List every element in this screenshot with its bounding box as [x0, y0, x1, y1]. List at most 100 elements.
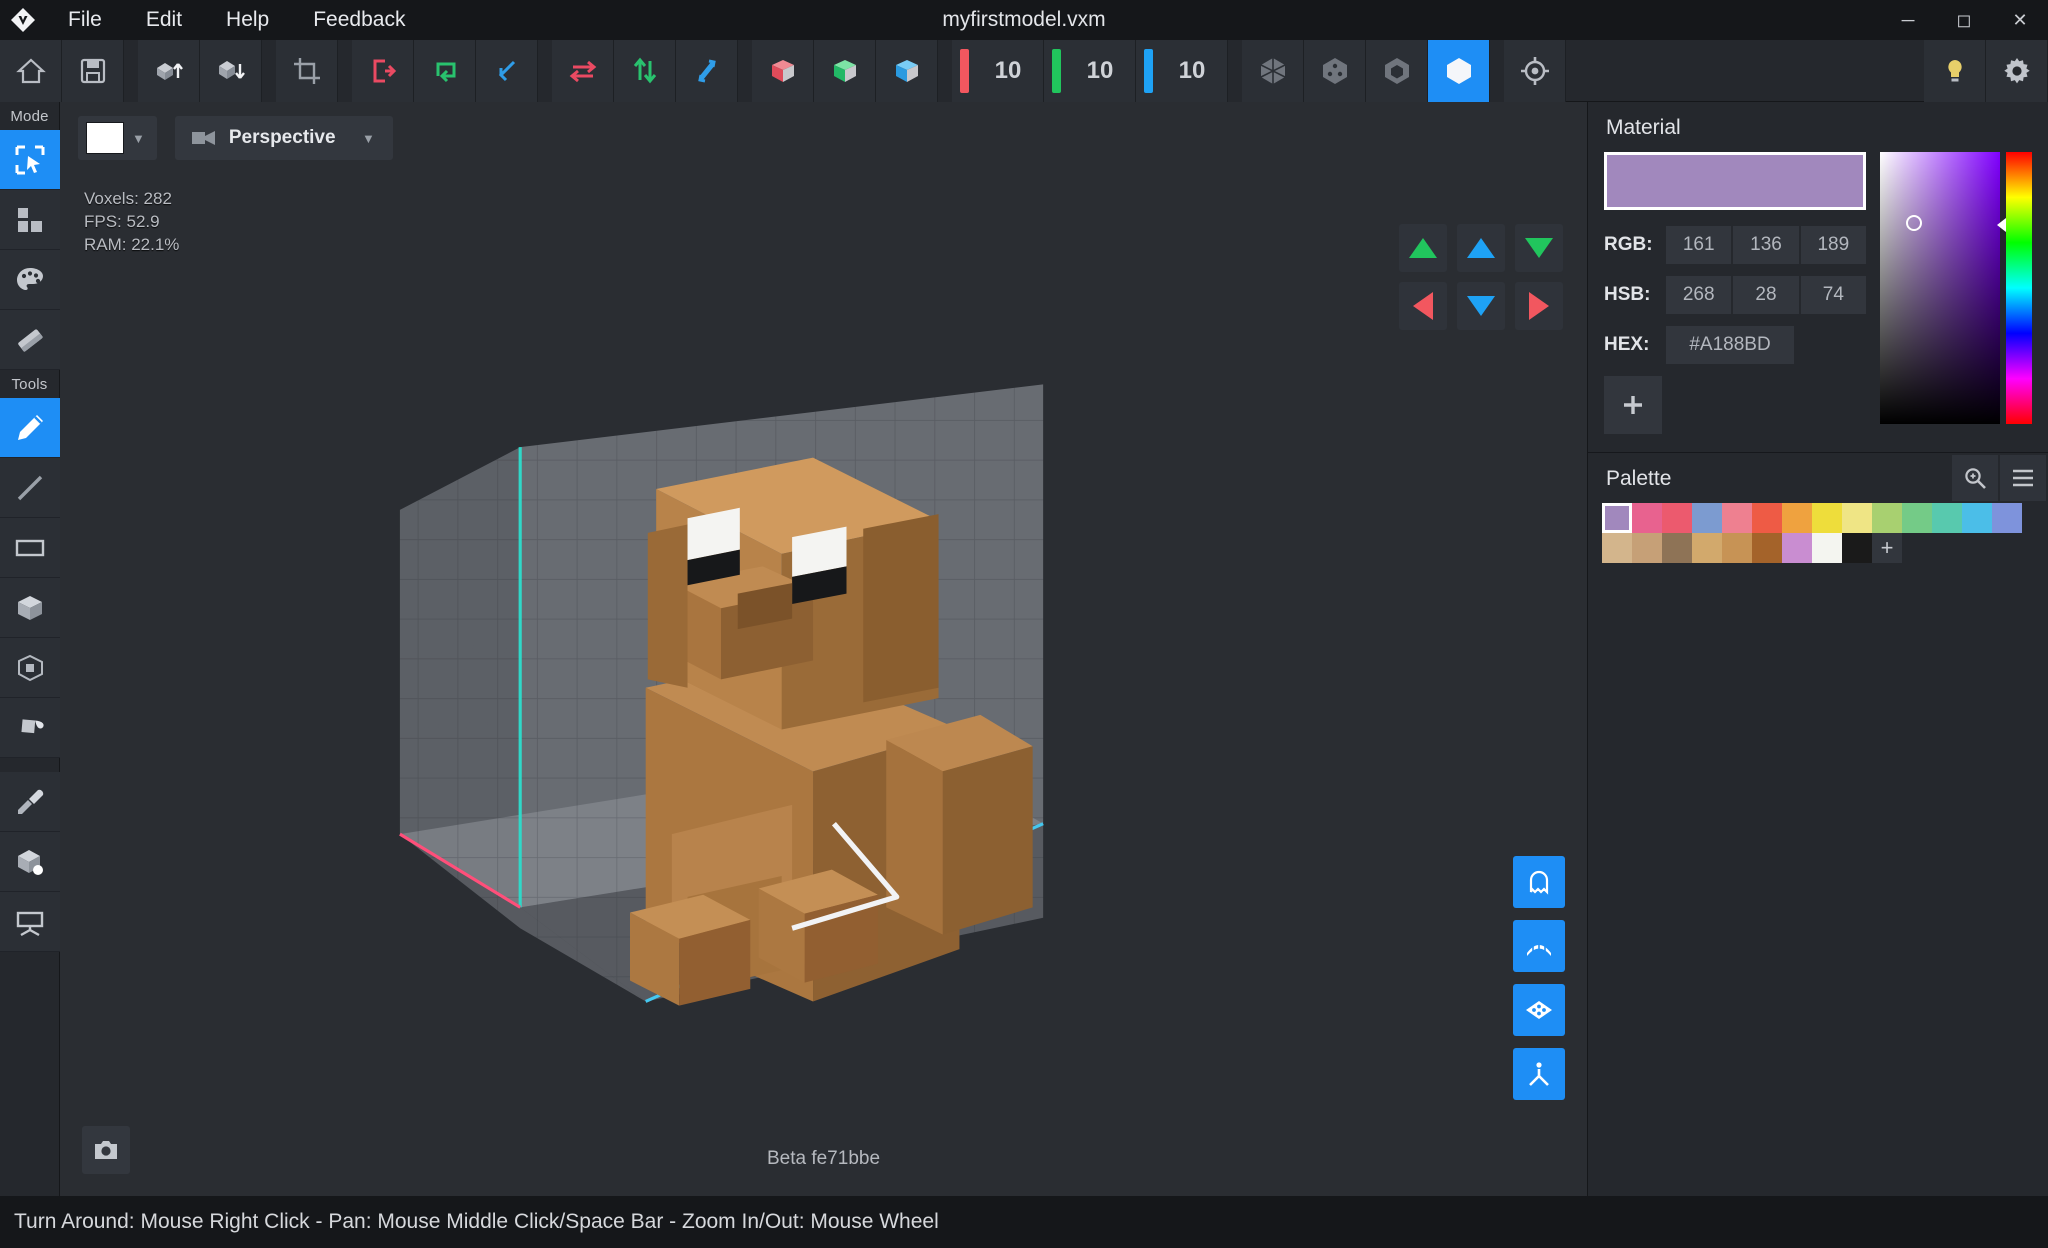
chevron-down-icon[interactable]: ▼	[360, 131, 387, 146]
center-target-button[interactable]	[1504, 39, 1566, 102]
hsb-h-field[interactable]: 268	[1666, 276, 1732, 314]
save-button[interactable]	[62, 39, 124, 102]
viewport-3d[interactable]: ▼ Perspective ▼ Voxels: 282 FPS: 52.9 RA…	[60, 102, 1588, 1196]
screenshot-button[interactable]	[82, 1126, 130, 1174]
mirror-z-button[interactable]	[676, 39, 738, 102]
palette-swatch[interactable]	[1722, 533, 1752, 563]
toggle-ghost-button[interactable]	[1513, 856, 1565, 908]
maximize-icon[interactable]: ◻	[1936, 0, 1992, 40]
tool-cube-pick[interactable]	[0, 832, 60, 892]
size-field-y[interactable]: 10	[1044, 39, 1136, 102]
palette-swatch[interactable]	[1842, 533, 1872, 563]
palette-swatch[interactable]	[1842, 503, 1872, 533]
palette-swatch[interactable]	[1782, 503, 1812, 533]
rgb-g-field[interactable]: 136	[1733, 226, 1799, 264]
palette-swatch[interactable]	[1602, 533, 1632, 563]
hamburger-menu-icon[interactable]	[2000, 455, 2046, 501]
menu-feedback[interactable]: Feedback	[291, 0, 427, 40]
gear-icon[interactable]	[1986, 39, 2048, 102]
tool-hollow-box[interactable]	[0, 638, 60, 698]
menu-file[interactable]: File	[46, 0, 124, 40]
hsb-s-field[interactable]: 28	[1733, 276, 1799, 314]
hue-slider-handle[interactable]	[1997, 218, 2006, 232]
toggle-axes-button[interactable]	[1513, 1048, 1565, 1100]
palette-swatch[interactable]	[1662, 503, 1692, 533]
palette-swatch[interactable]	[1992, 503, 2022, 533]
palette-swatch[interactable]	[1722, 503, 1752, 533]
hue-slider[interactable]	[2006, 152, 2032, 424]
palette-swatch[interactable]	[1692, 533, 1722, 563]
material-preview-swatch[interactable]	[1604, 152, 1866, 210]
palette-swatch[interactable]	[1902, 503, 1932, 533]
saturation-value-area[interactable]	[1880, 152, 2000, 424]
add-palette-color-button[interactable]: +	[1872, 533, 1902, 563]
nav-left-red[interactable]	[1399, 282, 1447, 330]
palette-swatch[interactable]	[1752, 503, 1782, 533]
crop-button[interactable]	[276, 39, 338, 102]
mode-select[interactable]	[0, 130, 60, 190]
axis-x-cube-button[interactable]	[752, 39, 814, 102]
render-mode-wireframe[interactable]	[1242, 39, 1304, 102]
palette-swatch[interactable]	[1632, 503, 1662, 533]
axis-z-cube-button[interactable]	[876, 39, 938, 102]
size-field-z[interactable]: 10	[1136, 39, 1228, 102]
size-field-x[interactable]: 10	[952, 39, 1044, 102]
menu-help[interactable]: Help	[204, 0, 291, 40]
projection-dropdown[interactable]: Perspective ▼	[174, 116, 393, 160]
tool-box[interactable]	[0, 578, 60, 638]
tool-pencil[interactable]	[0, 398, 60, 458]
add-material-button[interactable]	[1604, 376, 1662, 434]
palette-swatch[interactable]	[1782, 533, 1812, 563]
mode-paint[interactable]	[0, 250, 60, 310]
render-mode-points[interactable]	[1304, 39, 1366, 102]
tool-rectangle[interactable]	[0, 518, 60, 578]
nav-up-green[interactable]	[1399, 224, 1447, 272]
minimize-icon[interactable]: ─	[1880, 0, 1936, 40]
mode-build[interactable]	[0, 190, 60, 250]
axis-y-cube-button[interactable]	[814, 39, 876, 102]
palette-swatch[interactable]	[1872, 503, 1902, 533]
mirror-x-button[interactable]	[552, 39, 614, 102]
close-icon[interactable]: ✕	[1992, 0, 2048, 40]
nav-up-blue[interactable]	[1457, 224, 1505, 272]
hex-field[interactable]: #A188BD	[1666, 326, 1794, 364]
palette-swatch[interactable]	[1812, 533, 1842, 563]
palette-swatch[interactable]	[1932, 503, 1962, 533]
render-mode-solid[interactable]	[1428, 39, 1490, 102]
nav-down-green[interactable]	[1515, 224, 1563, 272]
export-button[interactable]	[200, 39, 262, 102]
mirror-y-button[interactable]	[614, 39, 676, 102]
palette-swatch[interactable]	[1692, 503, 1722, 533]
color-picker[interactable]	[1880, 152, 2032, 424]
rgb-r-field[interactable]: 161	[1666, 226, 1732, 264]
color-picker-cursor[interactable]	[1905, 214, 1922, 231]
tool-eyedropper[interactable]	[0, 772, 60, 832]
toggle-grid-button[interactable]	[1513, 920, 1565, 972]
palette-swatch[interactable]	[1812, 503, 1842, 533]
nav-right-red[interactable]	[1515, 282, 1563, 330]
exit-button[interactable]	[352, 39, 414, 102]
chevron-down-icon[interactable]: ▼	[130, 131, 157, 146]
import-button[interactable]	[138, 39, 200, 102]
toggle-plane-button[interactable]	[1513, 984, 1565, 1036]
palette-swatch[interactable]	[1602, 503, 1632, 533]
loop-button[interactable]	[414, 39, 476, 102]
lighting-button[interactable]	[1924, 39, 1986, 102]
palette-swatch[interactable]	[1752, 533, 1782, 563]
tool-paint-bucket[interactable]	[0, 698, 60, 758]
tool-camera-view[interactable]	[0, 892, 60, 952]
palette-swatch[interactable]	[1632, 533, 1662, 563]
tool-line[interactable]	[0, 458, 60, 518]
background-color-swatch[interactable]	[86, 122, 124, 154]
background-color-picker[interactable]: ▼	[78, 116, 157, 160]
palette-swatch[interactable]	[1662, 533, 1692, 563]
rgb-b-field[interactable]: 189	[1800, 226, 1866, 264]
nav-down-blue[interactable]	[1457, 282, 1505, 330]
menu-edit[interactable]: Edit	[124, 0, 204, 40]
hsb-b-field[interactable]: 74	[1800, 276, 1866, 314]
palette-swatch[interactable]	[1962, 503, 1992, 533]
render-mode-outline[interactable]	[1366, 39, 1428, 102]
undo-button[interactable]	[476, 39, 538, 102]
home-button[interactable]	[0, 39, 62, 102]
zoom-search-icon[interactable]	[1952, 455, 1998, 501]
